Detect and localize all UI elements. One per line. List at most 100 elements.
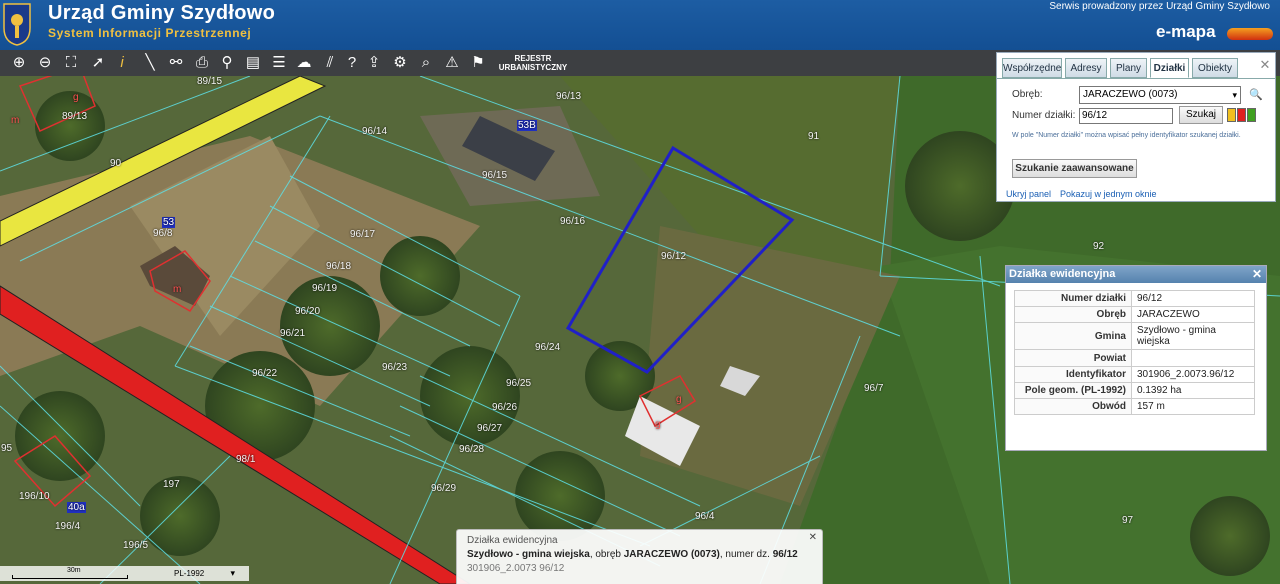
parcel-label: 96/4	[695, 511, 715, 522]
parcel-label: 96/15	[482, 170, 508, 181]
parcel-label: 96/18	[326, 261, 352, 272]
close-icon[interactable]: ✕	[1258, 58, 1272, 72]
close-icon[interactable]: ✕	[1252, 266, 1262, 283]
tab-plany[interactable]: Plany	[1110, 58, 1147, 78]
attr-value: Szydłowo - gmina wiejska	[1131, 322, 1255, 350]
app-subtitle: System Informacji Przestrzennej	[48, 26, 252, 40]
table-row: Obwód 157 m	[1014, 398, 1255, 415]
tooltip-numer: 96/12	[772, 549, 798, 560]
numer-dzialki-input[interactable]: 96/12	[1079, 108, 1173, 124]
zoom-out-icon[interactable]: ⊖	[33, 50, 57, 76]
brand-logo: e-mapa	[1156, 22, 1216, 41]
parcel-label: 98/1	[236, 454, 256, 465]
table-row: Numer działki 96/12	[1014, 290, 1255, 307]
layers-icon[interactable]: ☰	[267, 50, 291, 76]
pointer-icon[interactable]: ➚	[86, 50, 110, 76]
parcel-label: 92	[1093, 241, 1105, 252]
tab-adresy[interactable]: Adresy	[1065, 58, 1107, 78]
attr-value: 301906_2.0073.96/12	[1131, 366, 1255, 383]
hide-panel-link[interactable]: Ukryj panel	[1006, 189, 1051, 199]
projection-select[interactable]: PL-1992 ▾	[138, 566, 249, 581]
attr-value: JARACZEWO	[1131, 306, 1255, 323]
projection-value: PL-1992	[174, 569, 205, 578]
attr-value: 157 m	[1131, 398, 1255, 415]
advanced-search-button[interactable]: Szukanie zaawansowane	[1012, 159, 1137, 178]
print-icon[interactable]: ⎙	[190, 50, 214, 76]
attr-key: Obwód	[1014, 398, 1132, 415]
info-icon[interactable]: i	[110, 50, 134, 76]
popup-header: Działka ewidencyjna ✕	[1006, 266, 1266, 283]
app-title: Urząd Gminy Szydłowo	[48, 2, 276, 24]
tooltip-obreb-prefix: , obręb	[589, 549, 624, 560]
help-icon[interactable]: ?	[340, 50, 364, 76]
chevron-down-icon: ▾	[1232, 90, 1237, 100]
highlight-color-yellow[interactable]	[1227, 108, 1236, 122]
parcel-label: 96/7	[864, 383, 884, 394]
measure-icon[interactable]: ╲	[138, 50, 162, 76]
attr-key: Identyfikator	[1014, 366, 1132, 383]
parcel-label: 96/14	[362, 126, 388, 137]
comment-icon[interactable]: ☁	[292, 50, 316, 76]
attr-key: Powiat	[1014, 349, 1132, 367]
obreb-select[interactable]: JARACZEWO (0073) ▾	[1079, 86, 1241, 104]
link-icon[interactable]: ⚯	[164, 50, 188, 76]
tooltip-title: Działka ewidencyjna	[467, 535, 558, 546]
building-label: m	[11, 115, 20, 126]
find-icon[interactable]: ⌕	[414, 50, 438, 76]
scale-line	[12, 575, 128, 579]
parcel-label: 97	[1122, 515, 1134, 526]
attr-key: Numer działki	[1014, 290, 1132, 307]
single-window-link[interactable]: Pokazuj w jednym oknie	[1060, 189, 1157, 199]
highlight-color-green[interactable]	[1247, 108, 1256, 122]
parcel-label: 197	[163, 479, 180, 490]
parcel-label: 96/22	[252, 368, 278, 379]
parcel-label: 96/20	[295, 306, 321, 317]
table-row: Powiat	[1014, 349, 1255, 367]
close-icon[interactable]: ✕	[809, 532, 817, 543]
attr-value: 0.1392 ha	[1131, 382, 1255, 399]
parcel-label: 196/4	[55, 521, 81, 532]
highlight-color-red[interactable]	[1237, 108, 1246, 122]
pin-icon[interactable]: ⚲	[215, 50, 239, 76]
settings-icon[interactable]: ⚙	[388, 50, 412, 76]
upload-icon[interactable]: ⇪	[362, 50, 386, 76]
parcel-label: 96/25	[506, 378, 532, 389]
obreb-select-value: JARACZEWO (0073)	[1083, 89, 1178, 100]
building-label: g	[73, 92, 79, 103]
tab-obiekty[interactable]: Obiekty	[1192, 58, 1238, 78]
hatch-icon[interactable]: ⫽	[318, 50, 342, 76]
tab-dzialki[interactable]: Działki	[1150, 58, 1189, 78]
zoom-extent-icon[interactable]: ⛶	[59, 50, 83, 76]
attr-key: Gmina	[1014, 322, 1132, 350]
tooltip-gmina: Szydłowo - gmina wiejska	[467, 549, 590, 560]
marker-icon[interactable]: ⚑	[466, 50, 490, 76]
address-badge: 40a	[67, 502, 86, 513]
scale-label: 30m	[67, 567, 81, 574]
parcel-label: 96/24	[535, 342, 561, 353]
parcel-tooltip: ✕ Działka ewidencyjna Szydłowo - gmina w…	[456, 529, 823, 584]
search-icon[interactable]: 🔍	[1249, 88, 1263, 101]
tooltip-obreb: JARACZEWO (0073)	[623, 549, 720, 560]
tab-wspolrzedne[interactable]: Współrzędne	[1002, 58, 1062, 78]
app-header: Urząd Gminy Szydłowo System Informacji P…	[0, 0, 1280, 50]
parcel-label: 96/29	[431, 483, 457, 494]
parcel-label: 96/17	[350, 229, 376, 240]
building-label: m	[173, 284, 182, 295]
popup-title: Działka ewidencyjna	[1009, 268, 1116, 280]
parcel-info-popup: Działka ewidencyjna ✕ Numer działki 96/12…	[1005, 265, 1267, 451]
address-badge: 53	[162, 217, 176, 228]
parcel-label: 96/8	[153, 228, 173, 239]
parcel-label: 96/16	[560, 216, 586, 227]
zoom-in-icon[interactable]: ⊕	[7, 50, 31, 76]
parcel-label: 89/13	[62, 111, 88, 122]
parcel-attributes-table: Numer działki 96/12 Obręb JARACZEWO Gmina S…	[1014, 290, 1255, 415]
parcel-label: 95	[1, 443, 13, 454]
szukaj-button[interactable]: Szukaj	[1179, 106, 1223, 124]
building-label: g	[676, 394, 682, 405]
service-provider-text: Serwis prowadzony przez Urząd Gminy Szyd…	[1049, 1, 1270, 12]
warning-icon[interactable]: ⚠	[440, 50, 464, 76]
table-icon[interactable]: ▤	[241, 50, 265, 76]
rejestr-urbanistyczny-button[interactable]: REJESTR URBANISTYCZNY	[497, 54, 569, 72]
building-label: g	[655, 419, 661, 430]
parcel-label: 96/23	[382, 362, 408, 373]
